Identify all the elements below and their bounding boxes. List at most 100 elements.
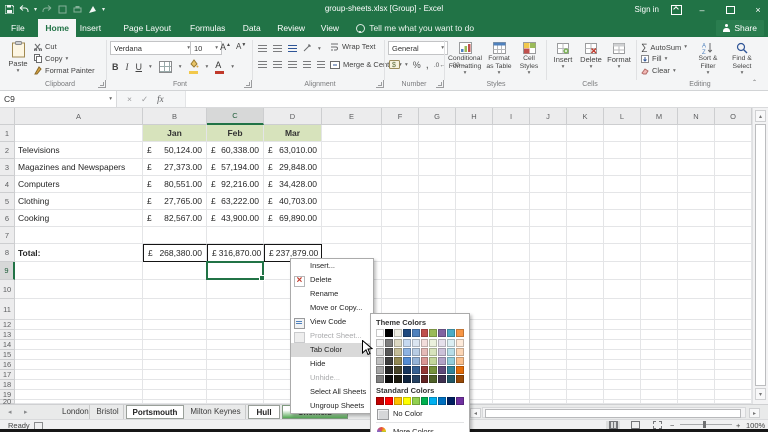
- cell-A5[interactable]: Clothing: [15, 193, 143, 210]
- sheet-tab-milton-keynes[interactable]: Milton Keynes: [186, 405, 246, 419]
- theme-color-swatch-4[interactable]: [403, 329, 411, 337]
- select-all-corner[interactable]: [0, 108, 15, 125]
- cell-G6[interactable]: [419, 210, 456, 227]
- theme-tint-swatch-r5c1[interactable]: [376, 375, 384, 383]
- shrink-font-button[interactable]: A▼: [236, 42, 246, 51]
- cell-M19[interactable]: [641, 390, 678, 400]
- cell-J15[interactable]: [530, 350, 567, 360]
- menu-item-delete[interactable]: Delete: [291, 273, 373, 287]
- increase-indent-icon[interactable]: [317, 61, 325, 68]
- theme-tint-swatch-r2c5[interactable]: [412, 348, 420, 356]
- cell-C14[interactable]: [207, 340, 264, 350]
- theme-tint-swatch-r5c2[interactable]: [385, 375, 393, 383]
- sheet-tab-bristol[interactable]: Bristol: [92, 405, 124, 419]
- cell-O2[interactable]: [715, 142, 752, 159]
- bold-button[interactable]: B: [112, 62, 119, 72]
- cell-I2[interactable]: [493, 142, 530, 159]
- menu-item-move-or-copy[interactable]: Move or Copy...: [291, 301, 373, 315]
- format-cells-button[interactable]: Format▾: [606, 43, 632, 69]
- cell-L10[interactable]: [604, 280, 641, 299]
- standard-color-swatch-7[interactable]: [429, 397, 437, 405]
- cell-J12[interactable]: [530, 320, 567, 330]
- menu-item-view-code[interactable]: View Code: [291, 315, 373, 329]
- cell-A6[interactable]: Cooking: [15, 210, 143, 227]
- cell-K11[interactable]: [567, 299, 604, 320]
- cell-N2[interactable]: [678, 142, 715, 159]
- row-header-14[interactable]: 14: [0, 340, 15, 350]
- theme-tint-swatch-r1c8[interactable]: [438, 339, 446, 347]
- cell-I15[interactable]: [493, 350, 530, 360]
- cell-G8[interactable]: [419, 244, 456, 262]
- align-right-icon[interactable]: [288, 61, 297, 68]
- cell-K15[interactable]: [567, 350, 604, 360]
- cell-M2[interactable]: [641, 142, 678, 159]
- sort-filter-button[interactable]: AZ Sort & Filter▾: [692, 42, 724, 75]
- cell-A8[interactable]: Total:: [15, 244, 143, 262]
- cell-A3[interactable]: Magazines and Newspapers: [15, 159, 143, 176]
- cell-E1[interactable]: [322, 125, 382, 142]
- standard-color-swatch-9[interactable]: [447, 397, 455, 405]
- theme-tint-swatch-r4c5[interactable]: [412, 366, 420, 374]
- cut-button[interactable]: Cut: [34, 42, 57, 51]
- cell-A9[interactable]: [15, 262, 143, 280]
- cell-M3[interactable]: [641, 159, 678, 176]
- insert-function-icon[interactable]: fx: [157, 94, 164, 104]
- column-header-J[interactable]: J: [530, 108, 567, 125]
- theme-tint-swatch-r2c4[interactable]: [403, 348, 411, 356]
- menu-item-tab-color[interactable]: Tab Color▸: [291, 343, 373, 357]
- cell-F10[interactable]: [382, 280, 419, 299]
- tell-me-box[interactable]: Tell me what you want to do: [356, 19, 474, 37]
- cell-K8[interactable]: [567, 244, 604, 262]
- cell-I16[interactable]: [493, 360, 530, 370]
- cell-O10[interactable]: [715, 280, 752, 299]
- row-header-8[interactable]: 8: [0, 244, 15, 262]
- cell-C4[interactable]: £92,216.00: [207, 176, 264, 193]
- cell-L16[interactable]: [604, 360, 641, 370]
- cell-C18[interactable]: [207, 380, 264, 390]
- theme-tint-swatch-r4c6[interactable]: [421, 366, 429, 374]
- cell-N19[interactable]: [678, 390, 715, 400]
- column-header-K[interactable]: K: [567, 108, 604, 125]
- cell-L7[interactable]: [604, 227, 641, 244]
- formula-input[interactable]: [186, 91, 768, 107]
- decrease-indent-icon[interactable]: [303, 61, 311, 68]
- theme-tint-swatch-r5c6[interactable]: [421, 375, 429, 383]
- cell-B1[interactable]: Jan: [143, 125, 207, 142]
- cell-L14[interactable]: [604, 340, 641, 350]
- row-header-4[interactable]: 4: [0, 176, 15, 193]
- cell-K16[interactable]: [567, 360, 604, 370]
- cell-O12[interactable]: [715, 320, 752, 330]
- cell-H1[interactable]: [456, 125, 493, 142]
- cell-C7[interactable]: [207, 227, 264, 244]
- ribbon-tab-data[interactable]: Data: [236, 19, 268, 37]
- cell-styles-button[interactable]: Cell Styles▾: [516, 42, 542, 75]
- cell-B5[interactable]: £27,765.00: [143, 193, 207, 210]
- theme-tint-swatch-r2c9[interactable]: [447, 348, 455, 356]
- cell-G10[interactable]: [419, 280, 456, 299]
- theme-tint-swatch-r3c2[interactable]: [385, 357, 393, 365]
- cell-L15[interactable]: [604, 350, 641, 360]
- cell-M11[interactable]: [641, 299, 678, 320]
- cell-E5[interactable]: [322, 193, 382, 210]
- theme-tint-swatch-r3c4[interactable]: [403, 357, 411, 365]
- cell-K9[interactable]: [567, 262, 604, 280]
- theme-tint-swatch-r3c3[interactable]: [394, 357, 402, 365]
- row-header-15[interactable]: 15: [0, 350, 15, 360]
- cell-J10[interactable]: [530, 280, 567, 299]
- theme-tint-swatch-r2c3[interactable]: [394, 348, 402, 356]
- cell-M16[interactable]: [641, 360, 678, 370]
- cell-F7[interactable]: [382, 227, 419, 244]
- cell-I3[interactable]: [493, 159, 530, 176]
- cell-L13[interactable]: [604, 330, 641, 340]
- cell-J19[interactable]: [530, 390, 567, 400]
- column-header-M[interactable]: M: [641, 108, 678, 125]
- cell-B9[interactable]: [143, 262, 207, 280]
- number-format-combo[interactable]: General▾: [388, 41, 448, 55]
- cell-O13[interactable]: [715, 330, 752, 340]
- cell-I6[interactable]: [493, 210, 530, 227]
- cell-I14[interactable]: [493, 340, 530, 350]
- cell-N10[interactable]: [678, 280, 715, 299]
- cell-N6[interactable]: [678, 210, 715, 227]
- cell-L3[interactable]: [604, 159, 641, 176]
- cell-H6[interactable]: [456, 210, 493, 227]
